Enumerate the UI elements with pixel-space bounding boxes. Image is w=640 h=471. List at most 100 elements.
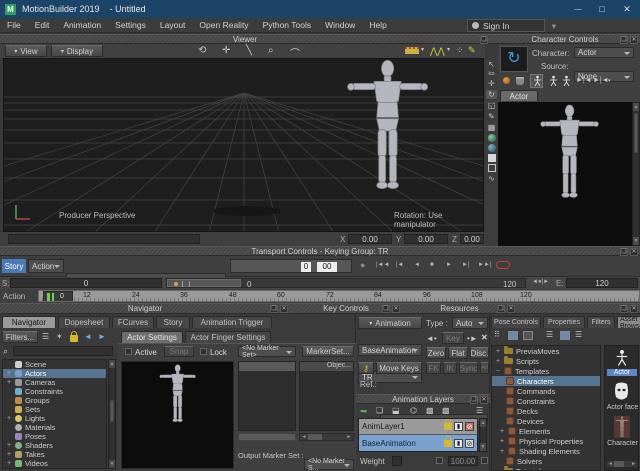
- marker-set-select[interactable]: <No Marker Set>: [238, 346, 296, 357]
- tree-templates[interactable]: −Templates: [492, 366, 600, 376]
- coord-y-value[interactable]: 0.00: [404, 234, 448, 244]
- tree-solvers[interactable]: Solvers: [492, 456, 600, 466]
- tree-item-lights[interactable]: +Lights: [3, 414, 106, 423]
- loop-toggle-icon[interactable]: [496, 261, 510, 269]
- view-menu-button[interactable]: ▾View: [5, 45, 47, 57]
- tab-asset-browser[interactable]: Asset Browser: [617, 316, 640, 328]
- animation-menu-button[interactable]: ▾Animation: [358, 317, 422, 329]
- tree-constraints[interactable]: Constraints: [492, 396, 600, 406]
- menu-python-tools[interactable]: Python Tools: [256, 20, 319, 30]
- ik-button[interactable]: IK: [443, 362, 457, 374]
- layer-mute-icon[interactable]: ⊘: [465, 439, 474, 448]
- layer-solo-icon[interactable]: ▮: [454, 422, 463, 431]
- key-controls-close-icon[interactable]: ✕: [392, 305, 400, 313]
- zero-button[interactable]: Zero: [426, 347, 446, 359]
- menu-edit[interactable]: Edit: [28, 20, 57, 30]
- zoom-tool-icon[interactable]: ⌕: [268, 45, 274, 56]
- tab-dopesheet[interactable]: Dopesheet: [58, 316, 110, 328]
- sign-in-button[interactable]: Sign In: [467, 19, 545, 32]
- menu-window[interactable]: Window: [318, 20, 362, 30]
- story-toggle[interactable]: Story: [2, 259, 26, 273]
- tab-story[interactable]: Story: [156, 316, 190, 328]
- layers-scrollbar[interactable]: ▲▼: [479, 418, 487, 452]
- key-button[interactable]: Key: [442, 332, 464, 344]
- snap-button[interactable]: Snap: [164, 346, 194, 357]
- weight-extra-box[interactable]: [481, 457, 488, 464]
- select-tool-icon[interactable]: ↖: [488, 60, 495, 69]
- layer-box-icon[interactable]: ▩: [426, 406, 434, 415]
- actor-preview[interactable]: [121, 361, 234, 469]
- marker-list-footer[interactable]: [238, 433, 296, 441]
- minimize-button[interactable]: —: [566, 6, 590, 13]
- spare-close-icon[interactable]: ✕: [630, 305, 638, 313]
- fk-button[interactable]: FK: [426, 362, 441, 374]
- layer-lock-icon[interactable]: [444, 423, 452, 430]
- viewer-pin-icon[interactable]: ❏: [480, 36, 488, 44]
- tree-item-takes[interactable]: +Takes: [3, 450, 106, 459]
- transport-close-icon[interactable]: ✕: [630, 248, 638, 256]
- character-select[interactable]: Actor: [574, 47, 634, 58]
- character-controls-logo[interactable]: ↻: [500, 46, 528, 72]
- range-track[interactable]: 0 120: [166, 278, 526, 288]
- nav-back-icon[interactable]: ◄: [84, 332, 92, 341]
- actor-asset-icon[interactable]: [614, 349, 630, 367]
- tree-tutorials[interactable]: Tutorials: [492, 466, 600, 471]
- marker-set-button[interactable]: MarkerSet...: [302, 346, 354, 357]
- range-handle[interactable]: [167, 279, 241, 287]
- tree-item-shaders[interactable]: +Shaders: [3, 441, 106, 450]
- bin-icon[interactable]: [516, 77, 524, 85]
- tree-item-cameras[interactable]: +Cameras: [3, 378, 106, 387]
- layer-row-animlayer1[interactable]: AnimLayer1 ▮ ⊘: [359, 419, 477, 435]
- curve-pen-icon[interactable]: ✎: [468, 45, 476, 56]
- goto-start-button[interactable]: |◄◄: [376, 262, 389, 268]
- range-end-field[interactable]: 120: [566, 278, 638, 288]
- step-back-button[interactable]: ◄: [414, 262, 420, 268]
- tab-actor-settings[interactable]: Actor Settings: [121, 331, 183, 343]
- tab-filters[interactable]: Filters: [587, 316, 615, 328]
- coord-z-value[interactable]: 0.00: [460, 234, 484, 244]
- flip-pose-icon[interactable]: [561, 75, 572, 87]
- tab-properties[interactable]: Properties: [543, 316, 585, 328]
- viewport-3d[interactable]: Producer Perspective Rotation: Use manip…: [3, 58, 484, 232]
- navigator-close-icon[interactable]: ✕: [280, 305, 288, 313]
- icon-view-icon[interactable]: [560, 331, 570, 340]
- menu-file[interactable]: File: [0, 20, 28, 30]
- translate-tool-icon[interactable]: ✛: [488, 79, 495, 88]
- resources-pin-icon[interactable]: ❏: [497, 305, 505, 313]
- play-button[interactable]: ►: [446, 262, 452, 268]
- delete-layer-icon[interactable]: ⬓: [392, 406, 400, 415]
- key-controls-pin-icon[interactable]: ❏: [382, 305, 390, 313]
- lock-filter-icon[interactable]: [70, 335, 78, 342]
- navigator-pane-header[interactable]: Navigator ❏✕: [0, 303, 290, 314]
- tree-item-videos[interactable]: +Videos: [3, 459, 106, 468]
- animation-layers-header[interactable]: Animation Layers ❏✕: [356, 394, 490, 404]
- list-view-icon[interactable]: ☰: [546, 330, 553, 339]
- actor-face-asset-icon[interactable]: [613, 382, 630, 402]
- tree-item-actors[interactable]: +Actors: [3, 369, 106, 378]
- key-controls-pane-header[interactable]: Key Controls ❏✕: [290, 303, 402, 314]
- actor-face-asset-label[interactable]: Actor face: [605, 404, 639, 411]
- next-key-button[interactable]: ►|: [462, 262, 470, 268]
- mirror-pose-icon[interactable]: [548, 75, 559, 87]
- object-column-header[interactable]: Objec...: [300, 362, 353, 371]
- character-figure-icon[interactable]: [530, 74, 543, 88]
- detail-view-icon[interactable]: ☰: [575, 330, 582, 339]
- actor-asset-label[interactable]: Actor: [607, 369, 637, 376]
- transport-pane-header[interactable]: Transport Controls - Keying Group: TR ❏ …: [0, 246, 640, 256]
- maximize-button[interactable]: □: [590, 4, 614, 14]
- tree-shading-elements[interactable]: +Shading Elements: [492, 446, 600, 456]
- wireframe-cube-icon[interactable]: [488, 164, 496, 172]
- menu-settings[interactable]: Settings: [108, 20, 153, 30]
- tree-item-groups[interactable]: Groups: [3, 396, 106, 405]
- material-sphere-icon[interactable]: [488, 134, 496, 142]
- display-menu-button[interactable]: ▾Display: [51, 45, 103, 57]
- prev-key-icon[interactable]: ◄•: [426, 334, 437, 343]
- orbit-tool-icon[interactable]: ⟲: [198, 45, 206, 56]
- character-view-scrollbar[interactable]: ▲ ▼: [632, 102, 640, 246]
- prev-key-button[interactable]: |◄: [396, 262, 404, 268]
- key-prev-pose-icon[interactable]: ►|◄: [576, 77, 592, 84]
- tree-decks[interactable]: Decks: [492, 406, 600, 416]
- tab-actor-finger-settings[interactable]: Actor Finger Settings: [185, 331, 271, 343]
- menu-help[interactable]: Help: [362, 20, 393, 30]
- merge-layer-icon[interactable]: ⌬: [410, 406, 417, 415]
